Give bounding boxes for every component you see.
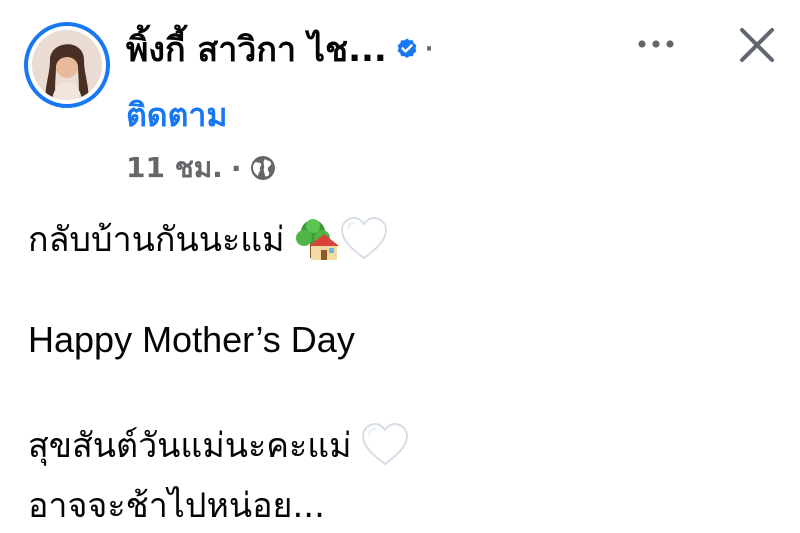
post-card: พิ้งกี้ สาวิกา ไช... · ติดตาม 11 ชม. · ก…: [0, 0, 800, 533]
close-button[interactable]: [732, 20, 782, 70]
emoji-group: [293, 216, 389, 262]
avatar[interactable]: [24, 22, 110, 108]
close-icon: [740, 28, 774, 62]
emoji-group: [360, 422, 410, 468]
post-text-line: อาจจะช้าไปหน่อย...: [28, 480, 325, 530]
author-row: พิ้งกี้ สาวิกา ไช... ·: [126, 26, 433, 72]
post-line-1: กลับบ้านกันนะแม่: [28, 220, 285, 260]
post-meta: 11 ชม. ·: [126, 148, 277, 188]
post-timestamp[interactable]: 11 ชม.: [126, 146, 223, 190]
globe-icon[interactable]: [249, 154, 277, 182]
author-name[interactable]: พิ้งกี้ สาวิกา ไช...: [126, 22, 387, 76]
post-text-line: กลับบ้านกันนะแม่: [28, 214, 389, 264]
avatar-photo: [32, 30, 102, 100]
more-options-button[interactable]: [632, 26, 680, 62]
name-separator: ·: [424, 36, 434, 62]
follow-button[interactable]: ติดตาม: [126, 90, 227, 141]
more-horizontal-icon: [638, 40, 674, 48]
post-line-3: สุขสันต์วันแม่นะคะแม่: [28, 426, 352, 466]
post-text-line: สุขสันต์วันแม่นะคะแม่: [28, 420, 410, 470]
meta-separator: ·: [230, 151, 242, 185]
white-heart-emoji: [361, 422, 408, 466]
post-text-line: Happy Mother’s Day: [28, 315, 355, 365]
tree-emoji: [295, 219, 339, 260]
verified-badge-icon: [397, 38, 417, 58]
post-line-2: Happy Mother’s Day: [28, 319, 355, 360]
post-line-4: อาจจะช้าไปหน่อย...: [28, 486, 325, 526]
white-heart-emoji: [340, 216, 387, 260]
